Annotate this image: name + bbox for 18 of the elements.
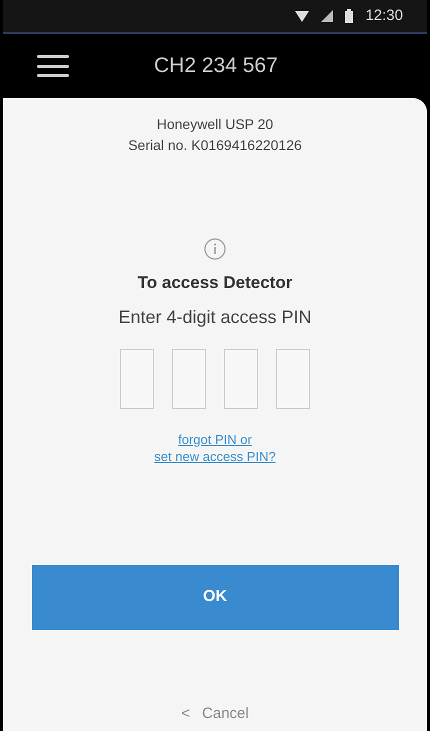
pin-input-field[interactable] xyxy=(172,348,206,408)
header-title: CH2 234 567 xyxy=(154,53,278,80)
serial-number: Serial no. K0169416220126 xyxy=(128,136,302,155)
prompt-instruction: Enter 4-digit access PIN xyxy=(118,306,312,329)
pin-link[interactable]: set new access PIN? xyxy=(154,448,276,464)
device-name: Honeywell USP 20 xyxy=(156,115,274,134)
wifi-icon xyxy=(295,10,310,22)
pin-input-field[interactable] xyxy=(276,348,310,408)
signal-icon xyxy=(321,10,334,22)
status-time: 12:30 xyxy=(365,6,403,26)
ok-button[interactable]: OK xyxy=(32,564,398,630)
pin-input-field[interactable] xyxy=(120,348,154,408)
battery-icon xyxy=(345,9,354,23)
pin-input-field[interactable] xyxy=(224,348,258,408)
pin-link[interactable]: forgot PIN or xyxy=(178,430,252,448)
cancel-button[interactable]: < Cancel xyxy=(181,702,249,725)
info-icon xyxy=(204,238,226,260)
prompt-title: To access Detector xyxy=(138,272,292,294)
